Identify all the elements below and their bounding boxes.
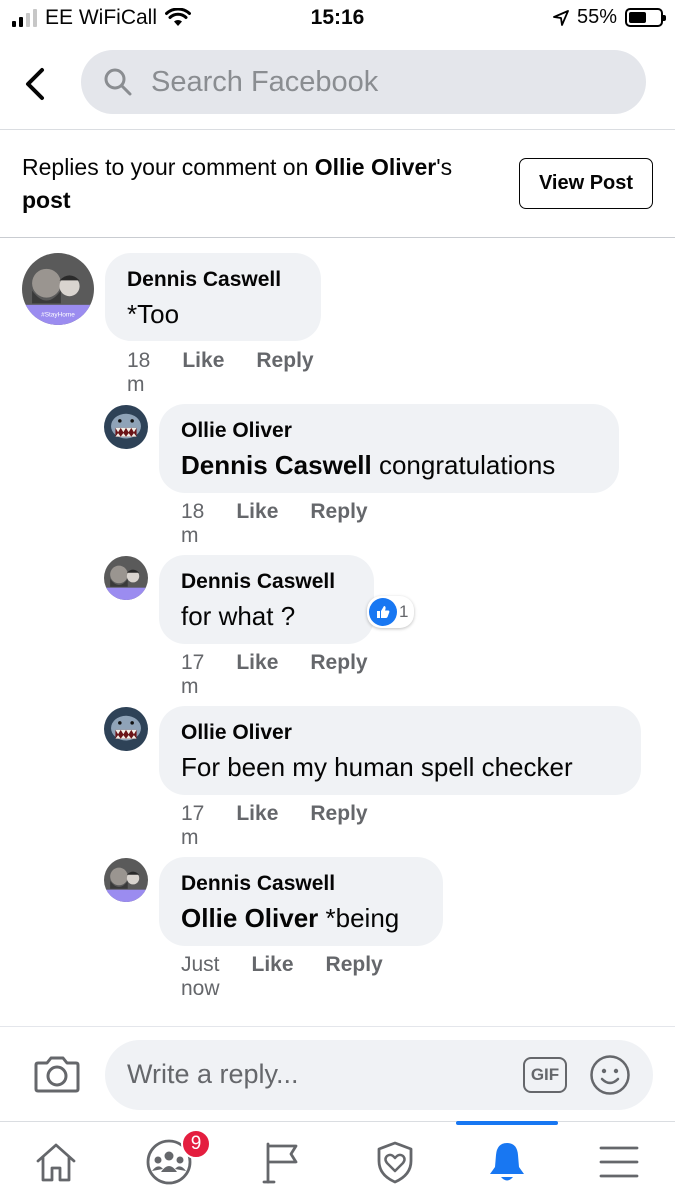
comment-time: 18 m [181, 500, 205, 547]
status-bar: EE WiFiCall 15:16 55% [0, 0, 675, 38]
context-suffix: 's [436, 154, 453, 180]
camera-icon [34, 1056, 80, 1093]
comment-text: *Too [127, 296, 299, 332]
bell-icon [490, 1143, 524, 1181]
avatar[interactable] [104, 405, 148, 449]
chevron-left-icon [26, 68, 44, 100]
reply-composer: Write a reply... GIF [0, 1026, 675, 1121]
comment-body: *being [318, 903, 400, 933]
reply-button[interactable]: Reply [310, 802, 367, 850]
bottom-tab-bar: 9 [0, 1121, 675, 1200]
home-icon [36, 1143, 76, 1182]
search-header: Search Facebook [0, 38, 675, 130]
like-button[interactable]: Like [236, 500, 278, 548]
search-placeholder: Search Facebook [151, 65, 379, 98]
battery-fill [629, 12, 646, 23]
reaction-count: 1 [399, 602, 409, 621]
comment-text: Ollie Oliver *being [181, 900, 421, 936]
comment-mention[interactable]: Ollie Oliver [181, 903, 318, 933]
search-icon [104, 68, 132, 96]
comment-body: for what ? [181, 601, 296, 631]
comment-mention[interactable]: Dennis Caswell [181, 450, 372, 480]
comment-body: congratulations [371, 450, 556, 480]
reply-placeholder: Write a reply... [127, 1059, 299, 1089]
reply-input[interactable]: Write a reply... GIF [105, 1040, 653, 1110]
context-post-author[interactable]: Ollie Oliver [315, 154, 436, 180]
comment-text: Dennis Caswell congratulations [181, 447, 597, 483]
reaction-badge[interactable]: 1 [367, 596, 415, 628]
comment-meta: Just now Like Reply [181, 953, 383, 1001]
comment-author[interactable]: Ollie Oliver [181, 418, 597, 444]
status-right: 55% [553, 6, 666, 29]
location-arrow-icon [553, 9, 569, 26]
camera-button[interactable] [34, 1054, 80, 1099]
tab-home[interactable] [16, 1132, 96, 1192]
context-post-word: post [22, 187, 71, 213]
comment-meta: 18 m Like Reply [127, 349, 314, 397]
comment-time: 18 m [127, 349, 151, 396]
like-button[interactable]: Like [182, 349, 224, 397]
tab-notifications[interactable] [467, 1132, 547, 1192]
comment-text: for what ? [181, 598, 352, 634]
smiley-icon [590, 1055, 630, 1095]
comment-author[interactable]: Ollie Oliver [181, 720, 619, 746]
groups-notification-badge: 9 [181, 1129, 211, 1159]
menu-icon [599, 1146, 639, 1178]
battery-percent: 55% [576, 6, 617, 28]
reply-button[interactable]: Reply [310, 651, 367, 699]
comment-author[interactable]: Dennis Caswell [127, 267, 299, 293]
comment-body: For been my human spell checker [181, 752, 573, 782]
avatar[interactable] [104, 707, 148, 751]
comment-body: *Too [127, 299, 180, 329]
back-button[interactable] [18, 64, 52, 104]
comment-text: For been my human spell checker [181, 749, 619, 785]
reply-button[interactable]: Reply [310, 500, 367, 548]
emoji-button[interactable] [589, 1054, 631, 1101]
like-button[interactable]: Like [236, 802, 278, 850]
search-input[interactable]: Search Facebook [81, 50, 646, 114]
comment-bubble[interactable]: Ollie Oliver Dennis Caswell congratulati… [159, 404, 619, 493]
comment-author[interactable]: Dennis Caswell [181, 569, 352, 595]
comment-bubble[interactable]: Dennis Caswell *Too [105, 253, 321, 341]
context-bar: Replies to your comment on Ollie Oliver'… [0, 131, 675, 238]
battery-icon [625, 8, 666, 27]
reply-button[interactable]: Reply [256, 349, 313, 397]
comment-time: Just now [181, 953, 220, 1000]
like-reaction-icon [369, 598, 397, 626]
avatar[interactable]: #StayHome [22, 253, 94, 325]
tab-pages[interactable] [242, 1132, 322, 1192]
comment-time: 17 m [181, 651, 205, 698]
view-post-button[interactable]: View Post [519, 158, 653, 209]
context-description: Replies to your comment on Ollie Oliver'… [22, 151, 522, 217]
tab-dating[interactable] [355, 1132, 435, 1192]
comment-meta: 17 m Like Reply [181, 802, 368, 850]
avatar[interactable] [104, 858, 148, 902]
comment-bubble[interactable]: Ollie Oliver For been my human spell che… [159, 706, 641, 795]
like-button[interactable]: Like [252, 953, 294, 1001]
comment-bubble[interactable]: Dennis Caswell for what ? [159, 555, 374, 644]
comment-author[interactable]: Dennis Caswell [181, 871, 421, 897]
avatar[interactable] [104, 556, 148, 600]
comment-bubble[interactable]: Dennis Caswell Ollie Oliver *being [159, 857, 443, 946]
tab-menu[interactable] [579, 1132, 659, 1192]
context-prefix: Replies to your comment on [22, 154, 315, 180]
flag-icon [262, 1142, 298, 1184]
active-tab-indicator [456, 1121, 558, 1125]
gif-button[interactable]: GIF [523, 1057, 567, 1093]
comment-meta: 18 m Like Reply [181, 500, 368, 548]
comment-time: 17 m [181, 802, 205, 849]
shield-heart-icon [377, 1141, 413, 1184]
reply-button[interactable]: Reply [326, 953, 383, 1001]
avatar-badge: #StayHome [41, 311, 75, 318]
like-button[interactable]: Like [236, 651, 278, 699]
comment-meta: 17 m Like Reply [181, 651, 368, 699]
